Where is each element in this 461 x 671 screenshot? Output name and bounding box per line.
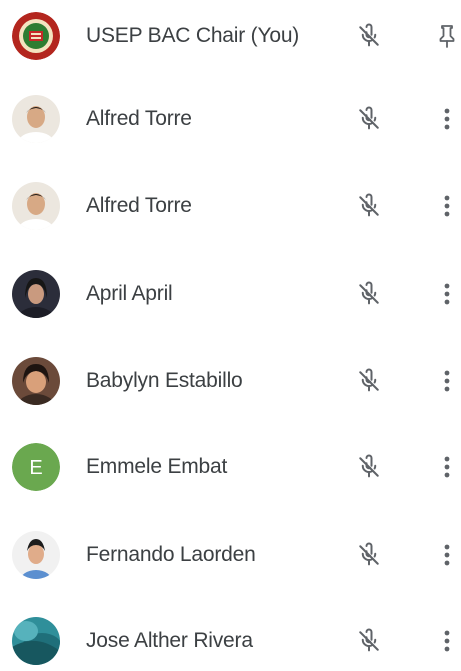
profile-photo-icon (12, 617, 60, 665)
participant-name: USEP BAC Chair (You) (86, 24, 300, 47)
participant-row[interactable]: E Emmele Embat (0, 437, 461, 497)
avatar (12, 531, 60, 579)
participant-row[interactable]: Jose Alther Rivera (0, 611, 461, 671)
avatar (12, 95, 60, 143)
mic-off-icon[interactable] (354, 626, 384, 656)
participants-list: USEP BAC Chair (You) Alfred Torre Alfred… (0, 0, 461, 670)
more-vert-icon[interactable] (434, 366, 460, 396)
mic-off-icon[interactable] (354, 540, 384, 570)
profile-photo-icon (12, 357, 60, 405)
participant-name: April April (86, 282, 173, 305)
avatar (12, 617, 60, 665)
more-vert-icon[interactable] (434, 452, 460, 482)
avatar (12, 357, 60, 405)
mic-off-icon[interactable] (354, 279, 384, 309)
participant-name: Alfred Torre (86, 194, 192, 217)
profile-photo-icon (12, 531, 60, 579)
profile-photo-icon (12, 95, 60, 143)
mic-off-icon[interactable] (354, 191, 384, 221)
avatar: E (12, 443, 60, 491)
initial-avatar: E (12, 443, 60, 491)
mic-off-icon[interactable] (354, 21, 384, 51)
more-vert-icon[interactable] (434, 191, 460, 221)
more-vert-icon[interactable] (434, 626, 460, 656)
mic-off-icon[interactable] (354, 366, 384, 396)
participant-name: Emmele Embat (86, 455, 228, 478)
avatar (12, 12, 60, 60)
usep-seal-icon (12, 12, 60, 60)
participant-row[interactable]: USEP BAC Chair (You) (0, 6, 461, 66)
mic-off-icon[interactable] (354, 452, 384, 482)
avatar (12, 270, 60, 318)
avatar (12, 182, 60, 230)
participant-name: Fernando Laorden (86, 543, 256, 566)
avatar-initial: E (29, 457, 42, 479)
profile-photo-icon (12, 182, 60, 230)
participant-name: Babylyn Estabillo (86, 369, 243, 392)
more-vert-icon[interactable] (434, 279, 460, 309)
profile-photo-icon (12, 270, 60, 318)
participant-row[interactable]: April April (0, 264, 461, 324)
participant-row[interactable]: Fernando Laorden (0, 525, 461, 585)
more-vert-icon[interactable] (434, 104, 460, 134)
pin-icon[interactable] (434, 21, 460, 51)
mic-off-icon[interactable] (354, 104, 384, 134)
participant-name: Jose Alther Rivera (86, 629, 253, 652)
participant-row[interactable]: Alfred Torre (0, 89, 461, 149)
more-vert-icon[interactable] (434, 540, 460, 570)
participant-row[interactable]: Alfred Torre (0, 176, 461, 236)
participant-name: Alfred Torre (86, 107, 192, 130)
participant-row[interactable]: Babylyn Estabillo (0, 351, 461, 411)
